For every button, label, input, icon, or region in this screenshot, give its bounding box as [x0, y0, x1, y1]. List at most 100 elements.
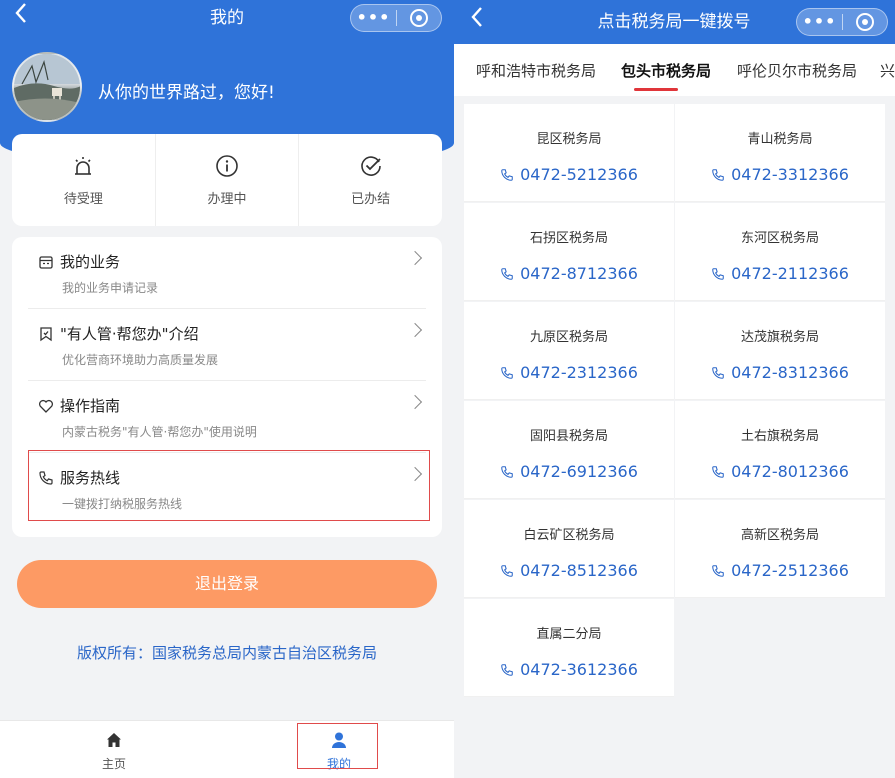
- business-icon: [39, 255, 53, 269]
- phone-number: 0472-8712366: [520, 264, 638, 283]
- page-title: 点击税务局一键拨号: [597, 12, 751, 32]
- phone-number: 0472-3312366: [731, 165, 849, 184]
- phone-number: 0472-8512366: [520, 561, 638, 580]
- office-cell[interactable]: 青山税务局 0472-3312366: [675, 104, 885, 202]
- avatar[interactable]: [12, 52, 82, 122]
- target-icon: [855, 13, 874, 31]
- menu-subtitle: 内蒙古税务"有人管·帮您办"使用说明: [62, 425, 257, 439]
- office-phone[interactable]: 0472-8012366: [675, 462, 885, 481]
- office-cell[interactable]: 土右旗税务局 0472-8012366: [675, 401, 885, 499]
- office-cell[interactable]: 白云矿区税务局 0472-8512366: [464, 500, 674, 598]
- office-phone[interactable]: 0472-8512366: [464, 561, 674, 580]
- hotline-page: 点击税务局一键拨号 ••• 呼和浩特市税务局 包头市税务局 呼伦贝尔市税务局 兴…: [454, 0, 895, 778]
- phone-icon: [501, 465, 513, 478]
- office-name: 高新区税务局: [740, 528, 819, 543]
- office-cell[interactable]: 九原区税务局 0472-2312366: [464, 302, 674, 400]
- check-circle-icon: [360, 155, 381, 176]
- office-phone[interactable]: 0472-8312366: [675, 363, 885, 382]
- task-status-card: 待受理 办理中 已办结: [12, 134, 442, 226]
- office-name: 固阳县税务局: [529, 429, 608, 444]
- office-phone[interactable]: 0472-3312366: [675, 165, 885, 184]
- info-icon: [216, 154, 238, 177]
- home-icon: [107, 733, 121, 747]
- phone-icon: [712, 267, 724, 280]
- menu-item-my-business[interactable]: 我的业务 我的业务申请记录: [28, 237, 426, 309]
- office-cell[interactable]: 直属二分局 0472-3612366: [464, 599, 674, 697]
- menu-title: 操作指南: [60, 397, 121, 415]
- office-cell[interactable]: 达茂旗税务局 0472-8312366: [675, 302, 885, 400]
- more-button[interactable]: •••: [351, 5, 396, 31]
- office-cell[interactable]: 东河区税务局 0472-2112366: [675, 203, 885, 301]
- status-label: 已办结: [351, 191, 391, 207]
- phone-number: 0472-2512366: [731, 561, 849, 580]
- phone-number: 0472-6912366: [520, 462, 638, 481]
- phone-icon: [712, 564, 724, 577]
- back-icon[interactable]: [470, 6, 492, 36]
- tab-xing[interactable]: 兴: [880, 60, 895, 81]
- mini-program-capsule: •••: [350, 4, 442, 32]
- tab-label: 主页: [101, 757, 126, 771]
- office-phone[interactable]: 0472-5212366: [464, 165, 674, 184]
- office-cell[interactable]: 昆区税务局 0472-5212366: [464, 104, 674, 202]
- phone-number: 0472-8012366: [731, 462, 849, 481]
- office-cell[interactable]: 高新区税务局 0472-2512366: [675, 500, 885, 598]
- more-button[interactable]: •••: [797, 9, 842, 35]
- tab-hohhot[interactable]: 呼和浩特市税务局: [476, 60, 596, 81]
- alarm-icon: [75, 156, 92, 175]
- tab-hulunbuir[interactable]: 呼伦贝尔市税务局: [737, 60, 857, 81]
- office-name: 青山税务局: [747, 132, 813, 147]
- office-name: 白云矿区税务局: [523, 528, 615, 543]
- status-processing[interactable]: 办理中: [156, 134, 300, 226]
- mini-program-capsule: •••: [796, 8, 888, 36]
- menu-item-introduction[interactable]: "有人管·帮您办"介绍 优化营商环境助力高质量发展: [28, 309, 426, 381]
- office-cell[interactable]: 石拐区税务局 0472-8712366: [464, 203, 674, 301]
- office-name: 土右旗税务局: [740, 429, 819, 444]
- office-name: 昆区税务局: [536, 132, 602, 147]
- close-mini-program-button[interactable]: [397, 9, 441, 27]
- menu-item-guide[interactable]: 操作指南 内蒙古税务"有人管·帮您办"使用说明: [28, 381, 426, 453]
- office-name: 达茂旗税务局: [740, 330, 819, 345]
- menu-subtitle: 优化营商环境助力高质量发展: [62, 353, 219, 367]
- office-name: 九原区税务局: [529, 330, 608, 345]
- logout-button[interactable]: 退出登录: [17, 560, 437, 608]
- target-icon: [409, 9, 428, 27]
- phone-number: 0472-8312366: [731, 363, 849, 382]
- office-phone[interactable]: 0472-2312366: [464, 363, 674, 382]
- close-mini-program-button[interactable]: [843, 13, 887, 31]
- office-name: 直属二分局: [536, 627, 602, 642]
- menu-title: 我的业务: [60, 253, 121, 271]
- status-label: 办理中: [207, 191, 247, 207]
- phone-icon: [501, 564, 513, 577]
- phone-icon: [712, 366, 724, 379]
- chevron-right-icon: [407, 250, 423, 266]
- phone-number: 0472-5212366: [520, 165, 638, 184]
- tab-home[interactable]: 主页: [54, 721, 174, 778]
- copyright-text: 版权所有：国家税务总局内蒙古自治区税务局: [76, 644, 377, 662]
- back-icon[interactable]: [14, 2, 36, 32]
- mine-tab-highlight-box: [297, 723, 378, 769]
- phone-number: 0472-2112366: [731, 264, 849, 283]
- phone-icon: [501, 168, 513, 181]
- office-phone[interactable]: 0472-6912366: [464, 462, 674, 481]
- menu-title: "有人管·帮您办"介绍: [60, 325, 199, 343]
- office-cell[interactable]: 固阳县税务局 0472-6912366: [464, 401, 674, 499]
- phone-icon: [501, 366, 513, 379]
- greeting-text: 从你的世界路过，您好!: [98, 83, 275, 103]
- chevron-right-icon: [407, 394, 423, 410]
- office-phone[interactable]: 0472-2112366: [675, 264, 885, 283]
- phone-icon: [501, 267, 513, 280]
- active-tab-indicator: [634, 88, 678, 91]
- status-completed[interactable]: 已办结: [299, 134, 442, 226]
- status-pending[interactable]: 待受理: [12, 134, 156, 226]
- tab-baotou[interactable]: 包头市税务局: [621, 60, 711, 81]
- office-phone[interactable]: 0472-8712366: [464, 264, 674, 283]
- office-phone[interactable]: 0472-3612366: [464, 660, 674, 679]
- office-phone[interactable]: 0472-2512366: [675, 561, 885, 580]
- menu-subtitle: 我的业务申请记录: [62, 281, 159, 295]
- office-name: 东河区税务局: [740, 231, 819, 246]
- my-page: 我的 ••• 从你的世界路过，您好! 待受理 办理中 已办结 我的业务 我的业务…: [0, 0, 454, 778]
- phone-icon: [712, 465, 724, 478]
- chevron-right-icon: [407, 322, 423, 338]
- heart-icon: [39, 399, 53, 413]
- phone-number: 0472-3612366: [520, 660, 638, 679]
